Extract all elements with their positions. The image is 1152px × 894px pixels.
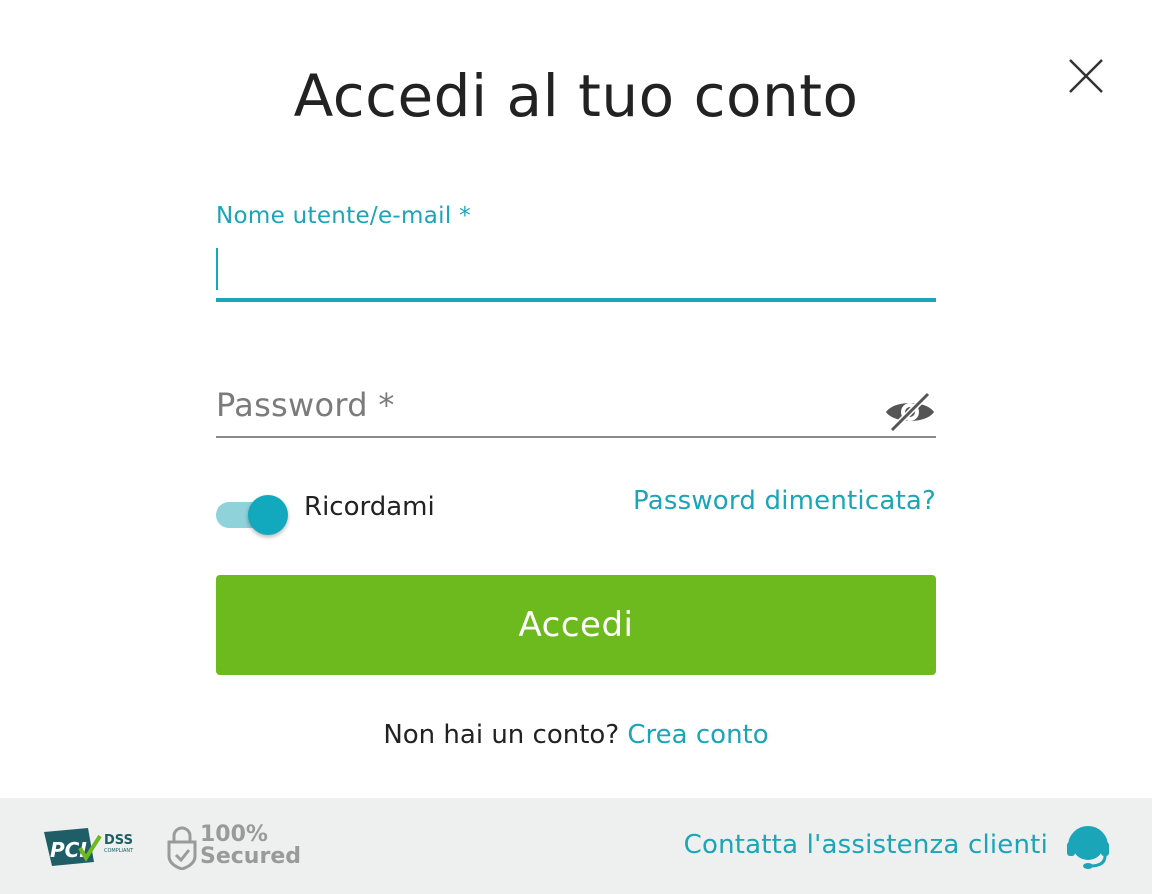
login-dialog: Accedi al tuo conto Nome utente/e-mail *… bbox=[0, 0, 1152, 894]
secured-percent: 100% bbox=[200, 822, 268, 847]
close-icon bbox=[1069, 59, 1103, 93]
secured-text: 100% Secured bbox=[200, 824, 301, 868]
signup-prompt: Non hai un conto? bbox=[383, 720, 620, 750]
username-field-group: Nome utente/e-mail * bbox=[216, 200, 936, 304]
remember-label: Ricordami bbox=[304, 492, 435, 522]
forgot-password-link[interactable]: Password dimenticata? bbox=[633, 486, 936, 516]
signup-row: Non hai un conto? Crea conto bbox=[0, 720, 1152, 750]
login-button[interactable]: Accedi bbox=[216, 575, 936, 675]
eye-off-icon bbox=[886, 391, 934, 433]
password-visibility-toggle[interactable] bbox=[884, 390, 936, 434]
password-input[interactable] bbox=[216, 372, 936, 438]
headset-icon bbox=[1067, 826, 1109, 869]
text-caret bbox=[216, 248, 218, 290]
compliant-text: COMPLIANT bbox=[104, 848, 134, 854]
lock-shield-icon bbox=[167, 826, 197, 870]
username-input[interactable] bbox=[216, 240, 936, 302]
customer-support-link[interactable]: Contatta l'assistenza clienti bbox=[684, 830, 1048, 860]
remember-toggle[interactable] bbox=[216, 492, 288, 535]
remember-row: Ricordami Password dimenticata? bbox=[216, 484, 936, 535]
toggle-knob bbox=[248, 495, 288, 535]
pci-dss-logo: PCI DSS COMPLIANT bbox=[42, 826, 150, 868]
dialog-title: Accedi al tuo conto bbox=[293, 62, 859, 130]
create-account-link[interactable]: Crea conto bbox=[627, 720, 768, 750]
customer-support-button[interactable] bbox=[1066, 824, 1110, 870]
secured-label: Secured bbox=[200, 844, 301, 869]
dss-text: DSS bbox=[104, 833, 133, 848]
footer: PCI DSS COMPLIANT 100% Secured Contatta … bbox=[0, 798, 1152, 894]
secured-badge: 100% Secured bbox=[166, 824, 306, 872]
username-label: Nome utente/e-mail * bbox=[216, 203, 471, 229]
close-button[interactable] bbox=[1066, 56, 1106, 96]
password-field-group: Password * bbox=[216, 372, 936, 442]
